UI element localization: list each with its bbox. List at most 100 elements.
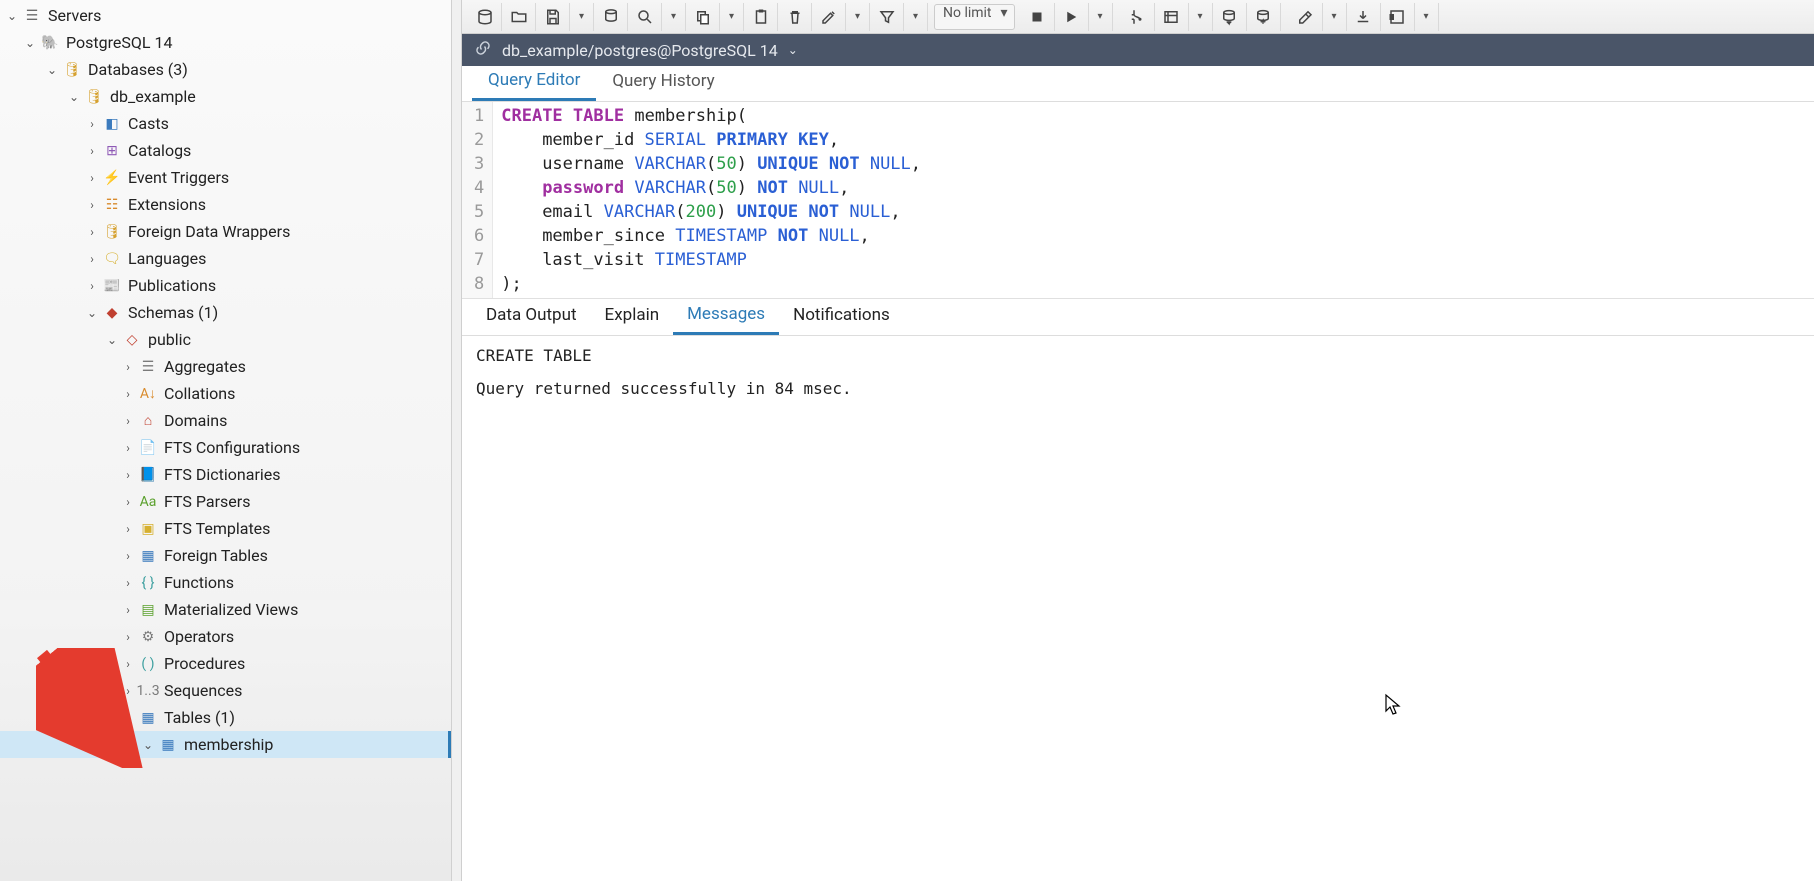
clear-dropdown[interactable] <box>1323 3 1347 31</box>
download-button[interactable] <box>1347 3 1381 31</box>
chevron-right-icon: › <box>120 548 136 564</box>
tree-collations[interactable]: › A↓ Collations <box>0 380 451 407</box>
tree-label: Procedures <box>164 654 245 673</box>
tree-schemas[interactable]: ⌄ ◆ Schemas (1) <box>0 299 451 326</box>
explain-button[interactable] <box>1121 3 1155 31</box>
search-dropdown[interactable] <box>662 3 686 31</box>
copy-button[interactable] <box>686 3 720 31</box>
tree-operators[interactable]: › ⚙ Operators <box>0 623 451 650</box>
tree-label: Aggregates <box>164 357 246 376</box>
chevron-down-icon[interactable]: ⌄ <box>788 43 798 57</box>
filter-button[interactable] <box>870 3 904 31</box>
code-area[interactable]: CREATE TABLE membership( member_id SERIA… <box>493 102 929 298</box>
filter-dropdown[interactable] <box>904 3 928 31</box>
tree-label: Foreign Data Wrappers <box>128 222 290 241</box>
domain-icon: ⌂ <box>138 411 158 431</box>
tree-label: Schemas (1) <box>128 303 218 322</box>
explain-analyze-button[interactable] <box>1155 3 1189 31</box>
tree-public[interactable]: ⌄ ◇ public <box>0 326 451 353</box>
table-icon: ▦ <box>158 735 178 755</box>
tab-explain[interactable]: Explain <box>591 297 674 335</box>
function-icon: { } <box>138 573 158 593</box>
tree-label: Servers <box>48 6 101 25</box>
tree-aggregates[interactable]: › ☰ Aggregates <box>0 353 451 380</box>
tree-event-triggers[interactable]: › ⚡ Event Triggers <box>0 164 451 191</box>
tree-label: FTS Parsers <box>164 492 250 511</box>
tree-fts-dict[interactable]: › 📘 FTS Dictionaries <box>0 461 451 488</box>
tree-fts-parsers[interactable]: › Aa FTS Parsers <box>0 488 451 515</box>
commit-button[interactable] <box>1213 3 1247 31</box>
fts-config-icon: 📄 <box>138 438 158 458</box>
save-button[interactable] <box>536 3 570 31</box>
tab-query-editor[interactable]: Query Editor <box>472 62 596 101</box>
tree-sequences[interactable]: › 1..3 Sequences <box>0 677 451 704</box>
find-button[interactable] <box>594 3 628 31</box>
tree-label: Publications <box>128 276 216 295</box>
rollback-button[interactable] <box>1247 3 1281 31</box>
tree-membership[interactable]: ⌄ ▦ membership <box>0 731 451 758</box>
fts-template-icon: ▣ <box>138 519 158 539</box>
stop-button[interactable] <box>1021 3 1055 31</box>
tree-extensions[interactable]: › ☷ Extensions <box>0 191 451 218</box>
tab-notifications[interactable]: Notifications <box>779 297 904 335</box>
tree-catalogs[interactable]: › ⊞ Catalogs <box>0 137 451 164</box>
macro-dropdown[interactable] <box>1415 3 1439 31</box>
tree-fts-templates[interactable]: › ▣ FTS Templates <box>0 515 451 542</box>
tree-databases[interactable]: ⌄ 🛢 Databases (3) <box>0 56 451 83</box>
tree-fdw[interactable]: › 🛢 Foreign Data Wrappers <box>0 218 451 245</box>
chevron-right-icon: › <box>84 224 100 240</box>
open-file-button[interactable] <box>502 3 536 31</box>
tree-label: Casts <box>128 114 169 133</box>
tree-tables[interactable]: ⌄ ▦ Tables (1) <box>0 704 451 731</box>
tree-postgres[interactable]: ⌄ 🐘 PostgreSQL 14 <box>0 29 451 56</box>
row-limit-select[interactable]: No limit ▾ <box>934 4 1015 30</box>
tree-foreign-tables[interactable]: › ▦ Foreign Tables <box>0 542 451 569</box>
tree-label: Databases (3) <box>88 60 188 79</box>
tab-query-history[interactable]: Query History <box>596 63 730 101</box>
search-button[interactable] <box>628 3 662 31</box>
save-dropdown[interactable] <box>570 3 594 31</box>
tree-db-example[interactable]: ⌄ 🛢 db_example <box>0 83 451 110</box>
tree-label: PostgreSQL 14 <box>66 33 172 52</box>
tree-label: Collations <box>164 384 235 403</box>
chevron-right-icon: › <box>84 143 100 159</box>
macro-button[interactable] <box>1381 3 1415 31</box>
message-line: Query returned successfully in 84 msec. <box>476 379 1800 398</box>
edit-button[interactable] <box>812 3 846 31</box>
copy-dropdown[interactable] <box>720 3 744 31</box>
tree-mat-views[interactable]: › ▤ Materialized Views <box>0 596 451 623</box>
tree-domains[interactable]: › ⌂ Domains <box>0 407 451 434</box>
execute-dropdown[interactable] <box>1089 3 1113 31</box>
explain-dropdown[interactable] <box>1189 3 1213 31</box>
tree-casts[interactable]: › ◧ Casts <box>0 110 451 137</box>
tree-label: db_example <box>110 87 196 106</box>
tree-fts-config[interactable]: › 📄 FTS Configurations <box>0 434 451 461</box>
tree-label: Catalogs <box>128 141 191 160</box>
db-icon-button[interactable] <box>468 3 502 31</box>
chevron-right-icon: › <box>120 440 136 456</box>
connection-label[interactable]: db_example/postgres@PostgreSQL 14 <box>502 41 778 60</box>
sql-editor[interactable]: 12345678 CREATE TABLE membership( member… <box>462 102 1814 298</box>
tree-procedures[interactable]: › ( ) Procedures <box>0 650 451 677</box>
delete-button[interactable] <box>778 3 812 31</box>
chevron-right-icon: › <box>120 575 136 591</box>
chevron-right-icon: › <box>120 467 136 483</box>
tree-functions[interactable]: › { } Functions <box>0 569 451 596</box>
paste-button[interactable] <box>744 3 778 31</box>
chevron-right-icon: › <box>120 629 136 645</box>
tree-languages[interactable]: › 🗨 Languages <box>0 245 451 272</box>
execute-button[interactable] <box>1055 3 1089 31</box>
chevron-down-icon: ⌄ <box>44 62 60 78</box>
chevron-right-icon: › <box>120 359 136 375</box>
pane-splitter[interactable] <box>452 0 462 881</box>
tree-servers[interactable]: ⌄ ☰ Servers <box>0 2 451 29</box>
chevron-right-icon: › <box>84 251 100 267</box>
object-browser[interactable]: ⌄ ☰ Servers ⌄ 🐘 PostgreSQL 14 ⌄ 🛢 Databa… <box>0 0 452 881</box>
clear-button[interactable] <box>1289 3 1323 31</box>
mat-view-icon: ▤ <box>138 600 158 620</box>
tab-messages[interactable]: Messages <box>673 296 779 335</box>
tree-publications[interactable]: › 📰 Publications <box>0 272 451 299</box>
edit-dropdown[interactable] <box>846 3 870 31</box>
table-icon: ▦ <box>138 708 158 728</box>
tab-data-output[interactable]: Data Output <box>472 297 591 335</box>
